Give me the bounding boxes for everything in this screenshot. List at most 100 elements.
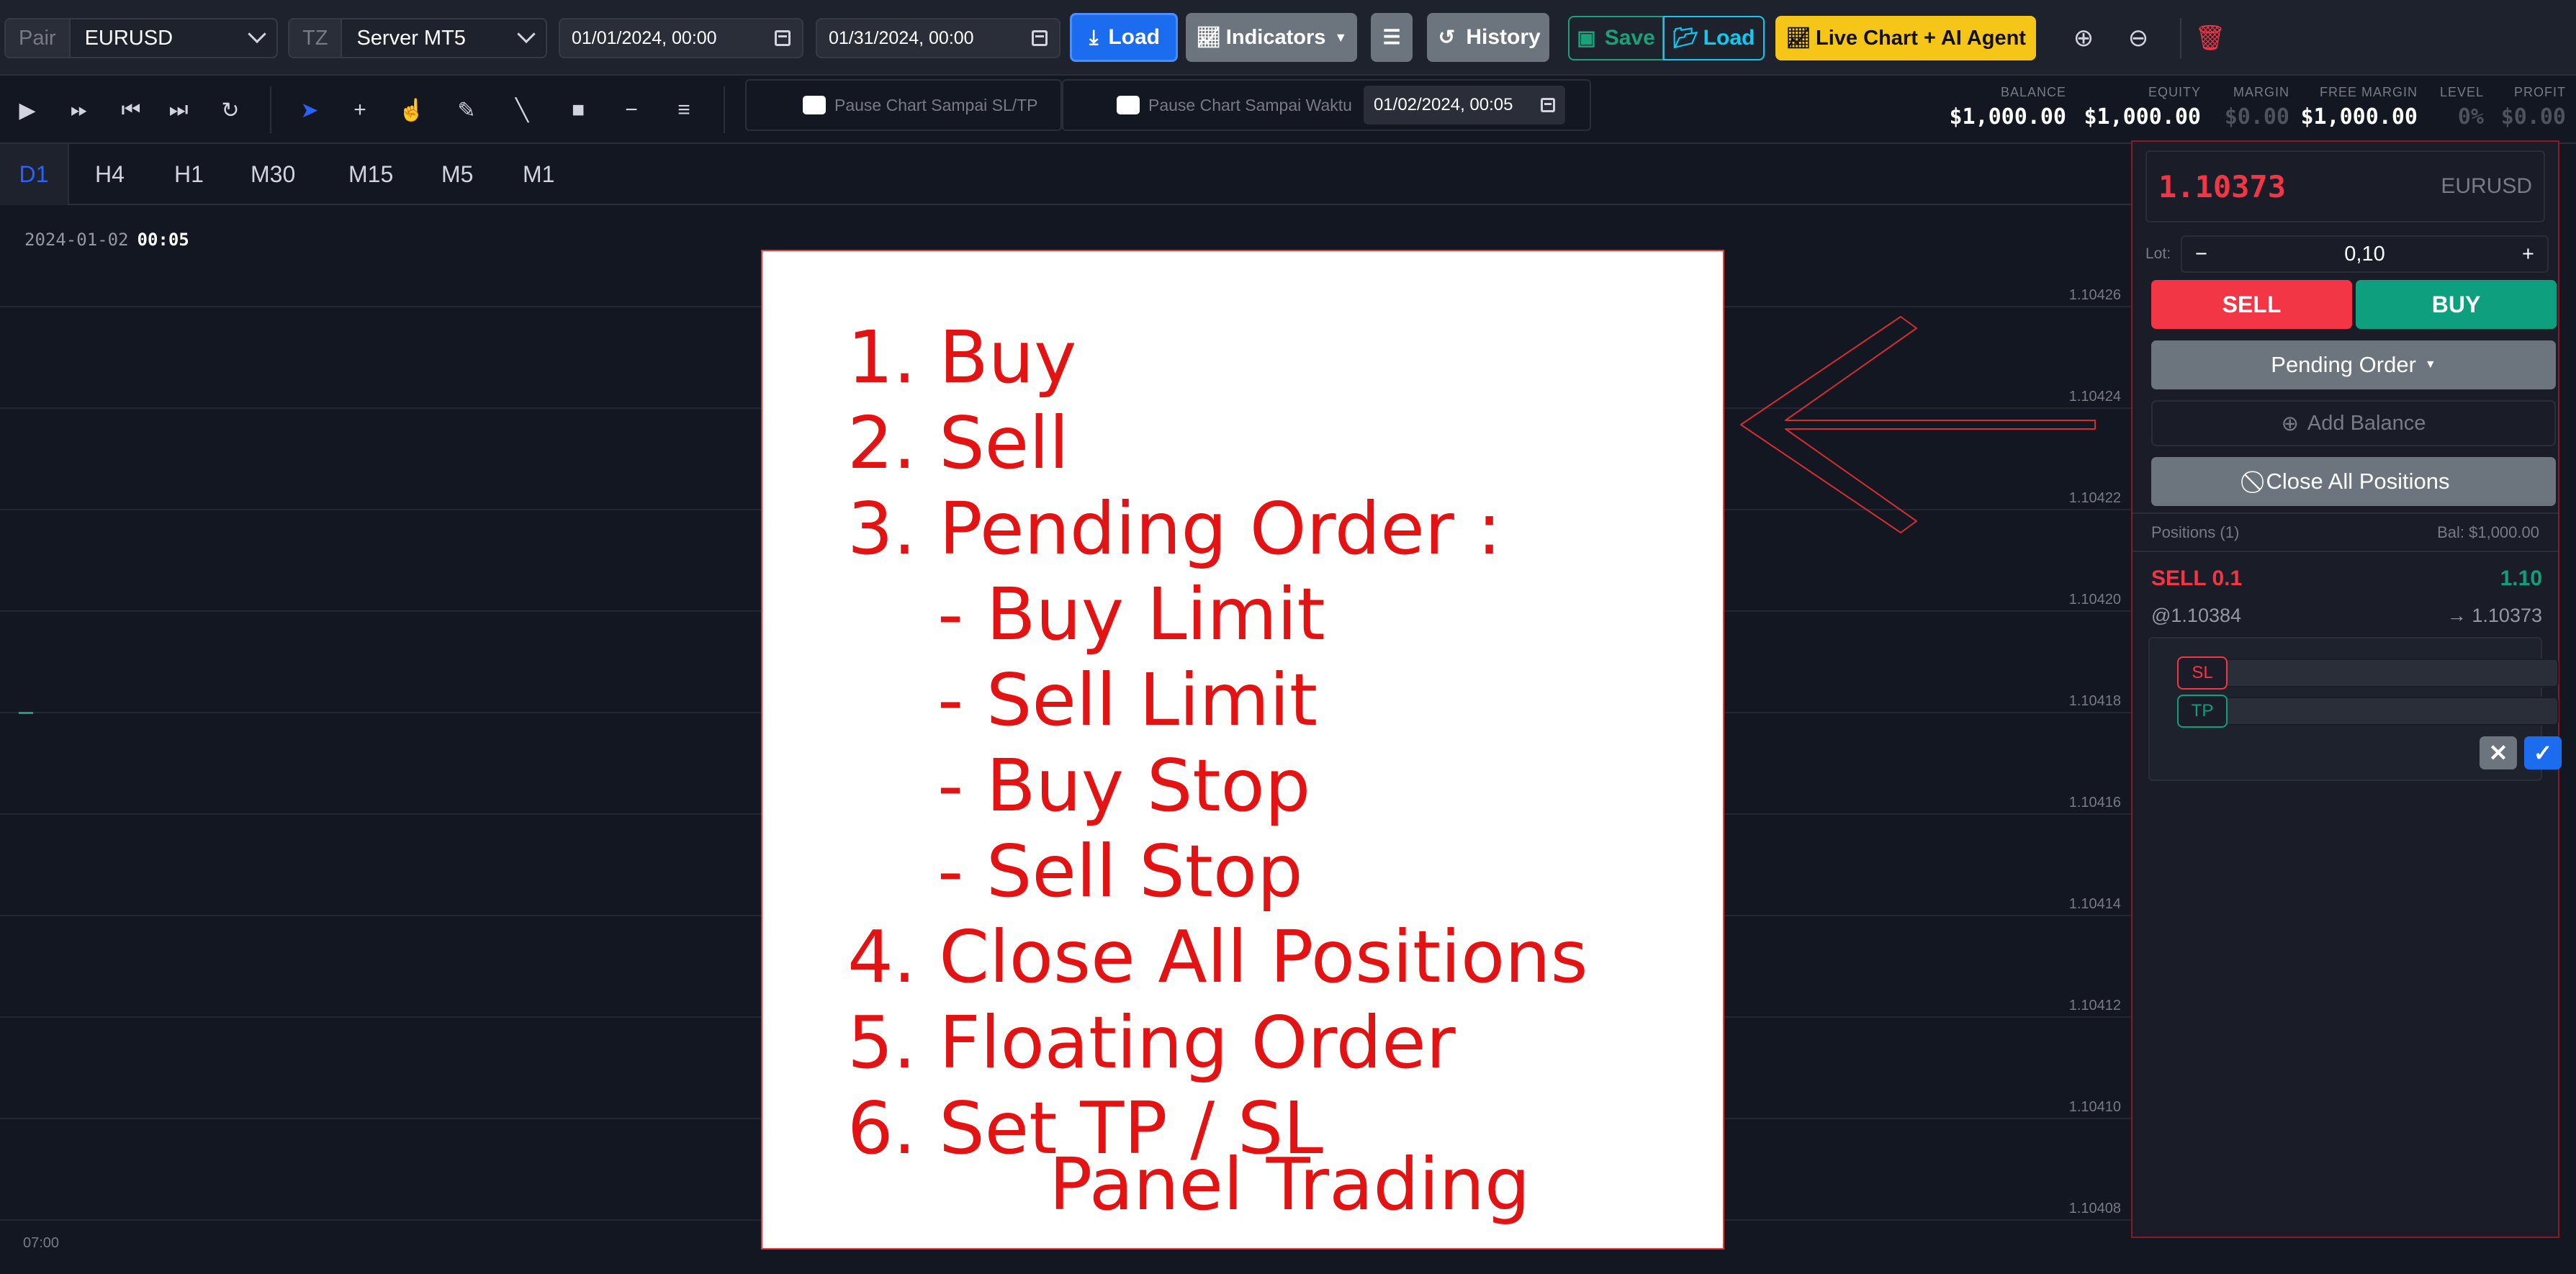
balance-value: $1,000.00 [1949,104,2066,130]
position-current: → 1.10373 [2446,605,2542,626]
pair-select[interactable]: Pair EURUSD [4,18,278,58]
margin-stat: MARGIN $0.00 [2217,85,2289,130]
indicators-button[interactable]: 📈︎ Indicators ▼ [1186,13,1357,62]
plus-icon[interactable]: + [2522,243,2534,266]
pending-order-button[interactable]: Pending Order ▼ [2151,340,2556,389]
live-chart-label: Live Chart + AI Agent [1816,26,2026,50]
load-file-label: Load [1703,26,1755,50]
load-button[interactable]: ⤓ Load [1070,13,1178,62]
refresh-icon[interactable]: ↻ [209,90,252,130]
skip-back-icon[interactable]: ⏮︎ [109,90,153,130]
price-tick: 1.10420 [2068,592,2121,607]
price-tick: 1.10410 [2068,1099,2121,1115]
lot-stepper[interactable]: − 0,10 + [2181,235,2549,273]
app-window: Pair EURUSD TZ Server MT5 01/01/2024, 00… [0,0,2576,1274]
pause-time-value: 01/02/2024, 00:05 [1373,95,1513,114]
pair-value: EURUSD [84,26,174,50]
load-file-button[interactable]: 📂︎ Load [1663,16,1765,60]
list-item: - Sell Limit [937,658,1318,742]
sell-button[interactable]: SELL [2151,280,2352,329]
trash-icon[interactable]: 🗑︎ [2189,18,2232,58]
trading-panel: 1.10373 EURUSD Lot: − 0,10 + SELL BUY Pe… [2131,140,2576,1238]
zoom-out-icon[interactable]: ⊖ [2117,18,2160,58]
price-tick: 1.10416 [2068,795,2121,810]
free-margin-value: $1,000.00 [2300,104,2418,130]
free-margin-label: FREE MARGIN [2319,85,2418,99]
caret-down-icon: ▼ [1334,30,1348,45]
card-caption: Panel Trading [1049,1142,1531,1226]
calendar-icon [1540,98,1555,112]
sl-row[interactable]: SL [2177,656,2559,690]
fast-forward-icon[interactable]: ⏩︎ [58,90,101,130]
tp-row[interactable]: TP [2177,695,2559,728]
tz-value: Server MT5 [356,26,466,50]
zoom-in-icon[interactable]: ⊕ [2062,18,2105,58]
trendline-icon[interactable]: ╲ [500,90,544,130]
play-icon[interactable]: ▶ [6,90,49,130]
pause-sl-tp-toggle[interactable]: Pause Chart Sampai SL/TP [745,79,1062,131]
history-icon: ↺ [1438,26,1456,48]
price-tick: 1.10426 [2068,287,2121,303]
trading-panel-frame: 1.10373 EURUSD Lot: − 0,10 + SELL BUY Pe… [2131,140,2562,1238]
divider [2133,512,2558,514]
pause-time-input[interactable]: 01/02/2024, 00:05 [1363,86,1565,125]
position-card[interactable]: SELL 0.1 1.10 @1.10384 → 1.10373 SL TP ✕… [2145,558,2562,928]
history-button[interactable]: ↺ History [1427,13,1549,62]
equity-label: EQUITY [2148,85,2201,99]
pause-sl-tp-checkbox[interactable] [803,96,826,114]
top-toolbar: Pair EURUSD TZ Server MT5 01/01/2024, 00… [0,0,2576,76]
lot-value[interactable]: 0,10 [2344,243,2384,266]
minus-icon[interactable]: − [2195,243,2207,266]
download-icon: ⤓ [1089,26,1099,48]
tab-h1[interactable]: H1 [174,144,204,205]
tp-input[interactable] [2222,697,2559,726]
list-item: - Buy Limit [937,572,1325,656]
tz-label: TZ [289,19,343,57]
position-pnl: 1.10 [2500,566,2542,590]
tab-m30[interactable]: M30 [251,144,295,205]
calendar-icon [1032,30,1048,46]
timezone-select[interactable]: TZ Server MT5 [288,18,547,58]
rectangle-icon[interactable]: ■ [557,90,600,130]
pause-time-checkbox[interactable] [1117,96,1140,114]
margin-value: $0.00 [2224,104,2289,130]
price-tick: 1.10412 [2068,998,2121,1013]
skip-forward-icon[interactable]: ⏭︎ [157,90,200,130]
crosshair-icon[interactable]: + [338,90,382,130]
tab-d1[interactable]: D1 [0,144,69,205]
hand-pointer-icon[interactable]: ☝ [390,90,433,130]
start-date-input[interactable]: 01/01/2024, 00:00 [559,18,803,58]
tab-m15[interactable]: M15 [348,144,393,205]
menu-lines-icon[interactable]: ≡ [662,90,706,130]
load-button-label: Load [1108,25,1160,49]
tab-m1[interactable]: M1 [523,144,554,205]
save-label: Save [1604,26,1655,50]
divider [2133,551,2558,552]
buy-button[interactable]: BUY [2356,280,2557,329]
chart-time: 00:05 [137,230,189,250]
live-chart-ai-button[interactable]: 📈︎ Live Chart + AI Agent [1775,16,2036,60]
plus-circle-icon: ⊕ [2281,412,2299,435]
pause-time-toggle[interactable]: Pause Chart Sampai Waktu 01/02/2024, 00:… [1062,79,1591,131]
tab-m5[interactable]: M5 [441,144,473,205]
save-button[interactable]: ▣ Save [1568,16,1664,60]
price-tick: 1.10414 [2068,896,2121,912]
balance-label: BALANCE [2000,85,2066,99]
horizontal-line-icon[interactable]: − [610,90,653,130]
cursor-arrow-icon[interactable]: ➤ [288,90,331,130]
tab-h4[interactable]: H4 [95,144,125,205]
time-axis-label: 07:00 [23,1235,60,1251]
ruler-icon[interactable]: ✎ [445,90,488,130]
cancel-icon[interactable]: ✕ [2480,736,2517,769]
list-item: 4. Close All Positions [847,915,1588,999]
instruction-list: 1. Buy 2. Sell 3. Pending Order : - Buy … [847,315,1588,1171]
equity-stat: EQUITY $1,000.00 [2084,85,2201,130]
end-date-input[interactable]: 01/31/2024, 00:00 [816,18,1060,58]
close-all-positions-button[interactable]: ⃠ Close All Positions [2151,457,2556,506]
add-balance-button[interactable]: ⊕ Add Balance [2151,400,2556,446]
positions-count: Positions (1) [2151,523,2240,541]
list-button[interactable]: ☰ [1371,13,1413,62]
confirm-check-icon[interactable]: ✓ [2524,736,2562,769]
margin-label: MARGIN [2233,85,2289,99]
sl-input[interactable] [2222,659,2559,687]
